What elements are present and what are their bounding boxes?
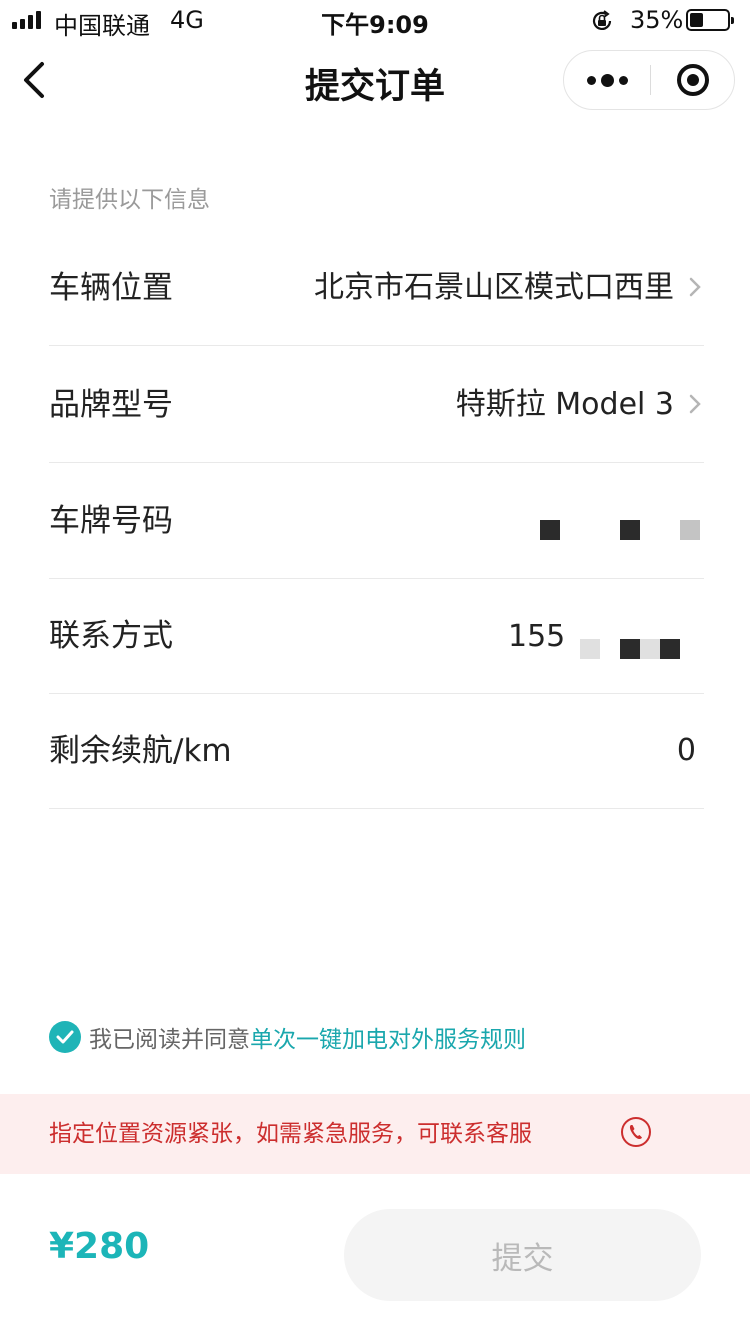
miniprogram-capsule [563, 50, 735, 110]
more-dots-icon-center [600, 73, 614, 87]
row-label: 品牌型号 [49, 387, 173, 423]
nav-bar: 提交订单 [0, 40, 750, 124]
close-button[interactable] [651, 51, 735, 109]
phone-icon[interactable] [620, 1116, 652, 1148]
resource-notice: 指定位置资源紧张，如需紧急服务，可联系客服 [0, 1094, 750, 1174]
check-icon [56, 1030, 74, 1044]
redaction-mask [660, 639, 680, 659]
chevron-right-icon [689, 394, 701, 414]
row-label: 车牌号码 [49, 503, 173, 539]
row-value: 0 [676, 733, 696, 768]
agreement: 我已阅读并同意 单次一键加电对外服务规则 [49, 1020, 526, 1054]
redaction-mask [620, 639, 640, 659]
section-hint: 请提供以下信息 [49, 187, 210, 213]
more-dots-icon-right [618, 75, 628, 85]
agreement-link[interactable]: 单次一键加电对外服务规则 [250, 1020, 526, 1054]
redaction-mask [580, 639, 600, 659]
row-value: 155 [508, 619, 566, 654]
row-contact[interactable]: 联系方式 155 [49, 579, 704, 694]
row-brand-model[interactable]: 品牌型号 特斯拉 Model 3 [49, 348, 704, 463]
target-close-icon [677, 64, 709, 96]
rotation-lock-icon [592, 10, 612, 30]
row-remaining-range[interactable]: 剩余续航/km 0 [49, 694, 704, 809]
more-button[interactable] [564, 51, 650, 109]
row-plate-number[interactable]: 车牌号码 [49, 464, 704, 579]
chevron-right-icon [689, 277, 701, 297]
order-footer: ¥280 提交 [0, 1174, 750, 1334]
redaction-mask [620, 520, 640, 540]
row-value: 北京市石景山区模式口西里 [314, 270, 674, 305]
redaction-mask [680, 520, 700, 540]
row-value: 特斯拉 Model 3 [455, 387, 674, 422]
row-vehicle-location[interactable]: 车辆位置 北京市石景山区模式口西里 [49, 231, 704, 346]
agreement-text: 我已阅读并同意 [89, 1027, 250, 1053]
row-label: 联系方式 [49, 618, 173, 654]
row-label: 剩余续航/km [49, 733, 232, 769]
notice-text: 指定位置资源紧张，如需紧急服务，可联系客服 [49, 1121, 532, 1147]
more-dots-icon [586, 75, 596, 85]
battery-icon [686, 9, 734, 31]
agreement-checkbox[interactable] [49, 1021, 81, 1053]
order-price: ¥280 [49, 1226, 150, 1267]
status-bar: 中国联通 4G 下午9:09 35% [0, 0, 750, 40]
row-label: 车辆位置 [49, 270, 173, 306]
redaction-mask [540, 520, 560, 540]
submit-button[interactable]: 提交 [344, 1209, 701, 1301]
battery-percent: 35% [630, 6, 684, 34]
redaction-mask [640, 639, 660, 659]
